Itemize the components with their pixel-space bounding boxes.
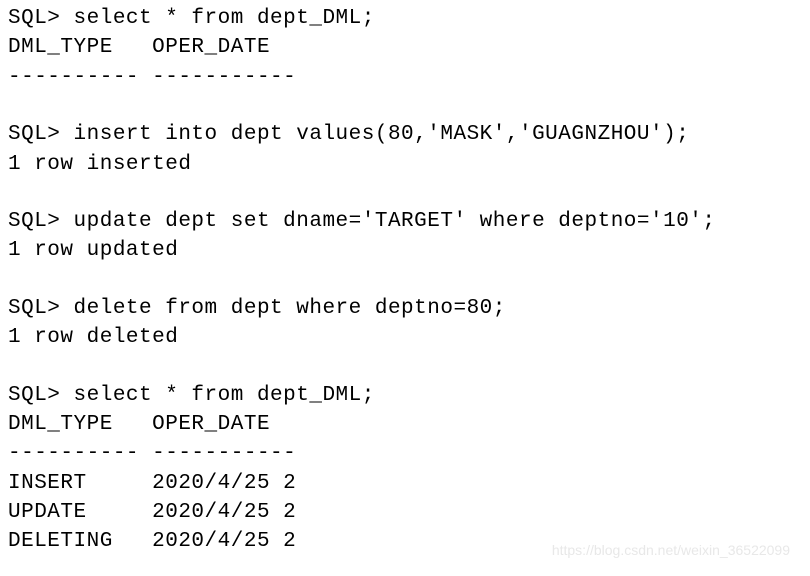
- table-row: INSERT 2020/4/25 2: [8, 469, 802, 498]
- blank-line: [8, 266, 802, 294]
- sql-update-line: SQL> update dept set dname='TARGET' wher…: [8, 207, 802, 236]
- blank-line: [8, 92, 802, 120]
- column-separator: ---------- -----------: [8, 439, 802, 468]
- column-separator: ---------- -----------: [8, 63, 802, 92]
- sql-insert-line: SQL> insert into dept values(80,'MASK','…: [8, 120, 802, 149]
- insert-result: 1 row inserted: [8, 150, 802, 179]
- blank-line: [8, 179, 802, 207]
- sql-delete-line: SQL> delete from dept where deptno=80;: [8, 294, 802, 323]
- table-row: UPDATE 2020/4/25 2: [8, 498, 802, 527]
- update-result: 1 row updated: [8, 236, 802, 265]
- sql-prompt-line: SQL> select * from dept_DML;: [8, 4, 802, 33]
- column-header: DML_TYPE OPER_DATE: [8, 410, 802, 439]
- blank-line: [8, 353, 802, 381]
- watermark: https://blog.csdn.net/weixin_36522099: [552, 542, 790, 558]
- column-header: DML_TYPE OPER_DATE: [8, 33, 802, 62]
- delete-result: 1 row deleted: [8, 323, 802, 352]
- sql-select-line: SQL> select * from dept_DML;: [8, 381, 802, 410]
